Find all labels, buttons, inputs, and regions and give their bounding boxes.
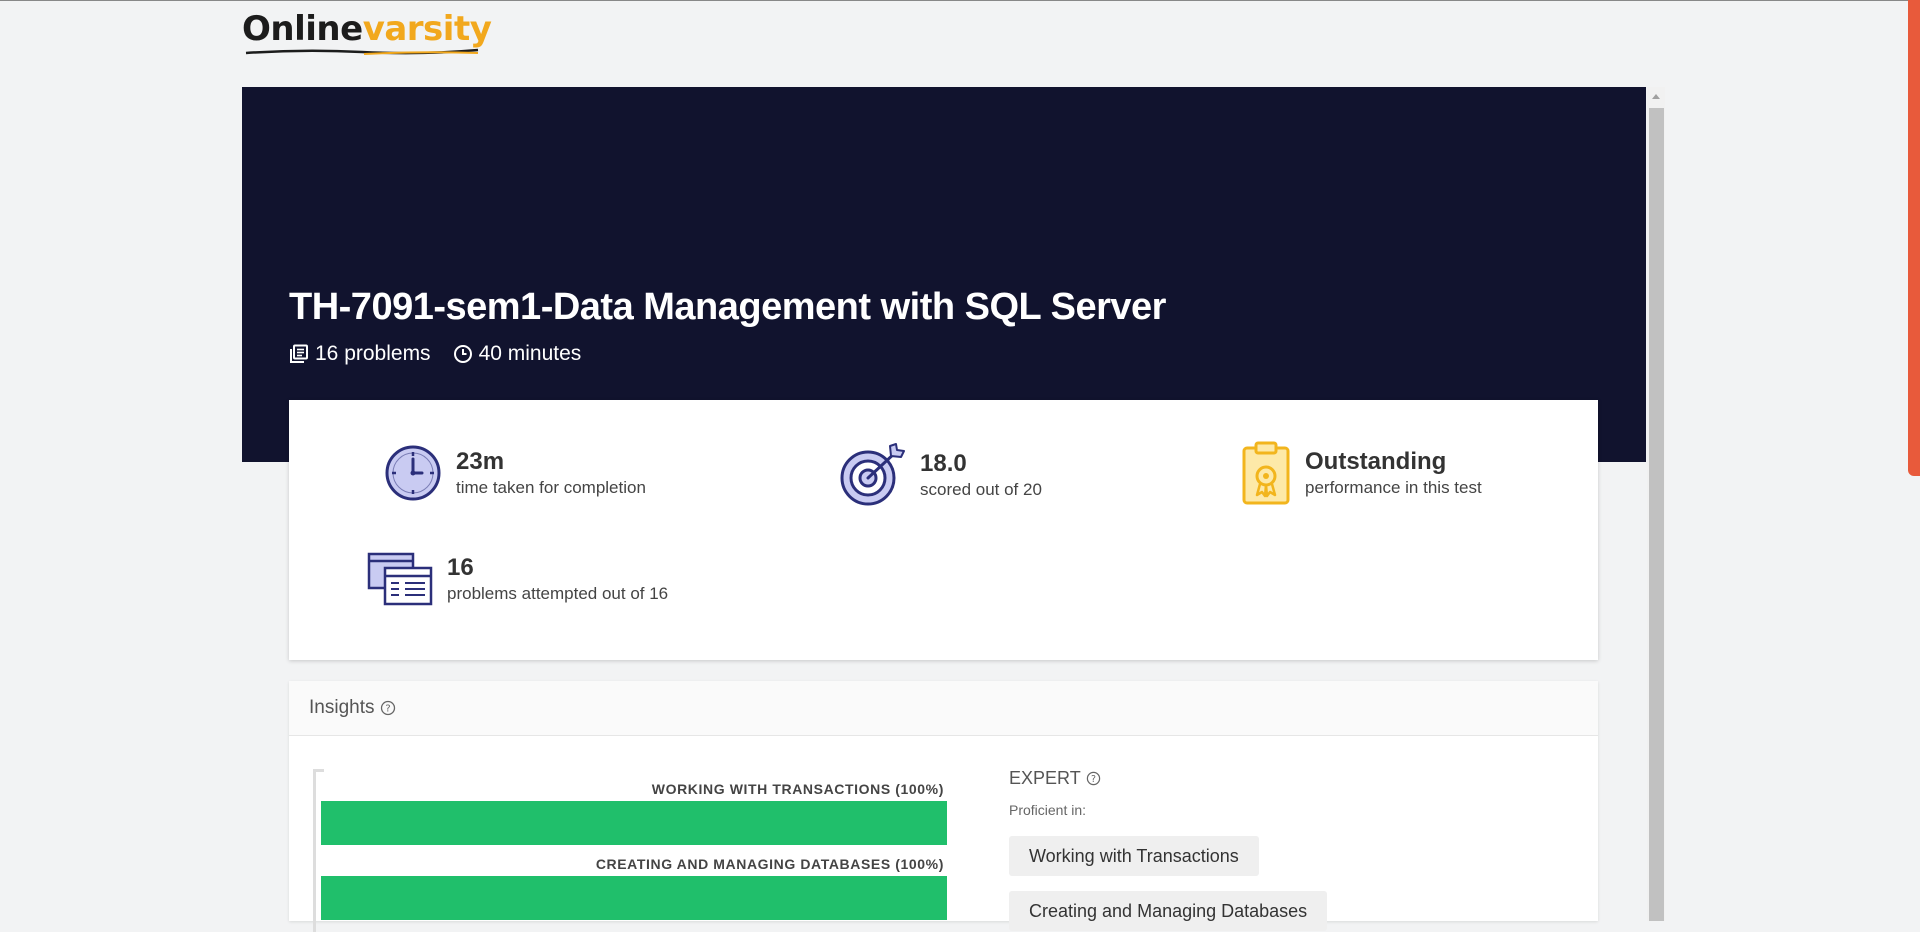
stat-score-text: 18.0 scored out of 20: [920, 449, 1042, 501]
page-scroll-indicator: [1908, 0, 1920, 476]
stat-attempted-value: 16: [447, 554, 474, 581]
stat-performance: Outstanding performance in this test: [1241, 440, 1482, 506]
help-icon[interactable]: ?: [1086, 771, 1101, 786]
clock-icon: [385, 445, 441, 501]
bar-label: CREATING AND MANAGING DATABASES (100%): [595, 856, 944, 872]
onlinevarsity-logo[interactable]: Onlinevarsity: [242, 9, 492, 55]
stat-time-label: time taken for completion: [456, 478, 646, 497]
stat-score-label: scored out of 20: [920, 480, 1042, 499]
stat-attempted: 16 problems attempted out of 16: [367, 552, 668, 606]
stat-time-value: 23m: [456, 448, 505, 475]
problems-count-text: 16 problems: [315, 342, 431, 365]
stat-performance-text: Outstanding performance in this test: [1305, 447, 1482, 499]
target-icon: [840, 443, 905, 506]
logo-wordmark: Onlinevarsity: [242, 9, 492, 49]
stat-time-taken: 23m time taken for completion: [384, 444, 646, 502]
logo-part-online: Online: [242, 9, 363, 49]
test-title: TH-7091-sem1-Data Management with SQL Se…: [289, 286, 1166, 328]
expert-level: EXPERT ?: [1009, 768, 1101, 789]
insights-header: Insights ?: [289, 681, 1598, 736]
clock-outline-icon: [453, 345, 472, 363]
logo-part-varsity: varsity: [362, 9, 492, 49]
problems-icon: [367, 552, 433, 606]
insights-panel: Insights ? WORKING WITH TRANSACTIONS (10…: [289, 681, 1598, 932]
certificate-icon: [1242, 441, 1290, 505]
book-stack-icon: [290, 344, 308, 363]
result-stats-card: 23m time taken for completion 18.0 score…: [289, 400, 1598, 660]
logo-swoosh-icon: [245, 48, 479, 55]
duration-text: 40 minutes: [478, 342, 582, 365]
stat-score: 18.0 scored out of 20: [840, 442, 1042, 508]
scrollbar-thumb[interactable]: [1649, 108, 1664, 921]
duration: 40 minutes: [453, 342, 582, 366]
skill-tag[interactable]: Creating and Managing Databases: [1009, 891, 1328, 931]
stat-time-text: 23m time taken for completion: [456, 447, 646, 499]
skill-bar: [321, 876, 947, 920]
expert-level-text: EXPERT: [1009, 768, 1081, 788]
stat-attempted-label: problems attempted out of 16: [447, 584, 669, 603]
stat-score-value: 18.0: [920, 450, 967, 477]
top-header: Onlinevarsity: [0, 0, 1920, 76]
problems-count: 16 problems: [289, 342, 431, 366]
skill-tag[interactable]: Working with Transactions: [1009, 836, 1259, 876]
proficient-label: Proficient in:: [1009, 802, 1087, 818]
stat-attempted-text: 16 problems attempted out of 16: [447, 553, 668, 605]
help-icon[interactable]: ?: [380, 700, 396, 716]
skill-bar: [321, 801, 947, 845]
insights-title: Insights: [309, 697, 375, 718]
stat-performance-value: Outstanding: [1305, 448, 1447, 475]
svg-text:?: ?: [1091, 774, 1096, 785]
bar-label: WORKING WITH TRANSACTIONS (100%): [651, 781, 944, 797]
svg-text:?: ?: [386, 704, 391, 715]
test-meta: 16 problems 40 minutes: [289, 342, 581, 366]
scroll-up-arrow-icon[interactable]: [1647, 90, 1665, 104]
stat-performance-label: performance in this test: [1305, 478, 1482, 497]
